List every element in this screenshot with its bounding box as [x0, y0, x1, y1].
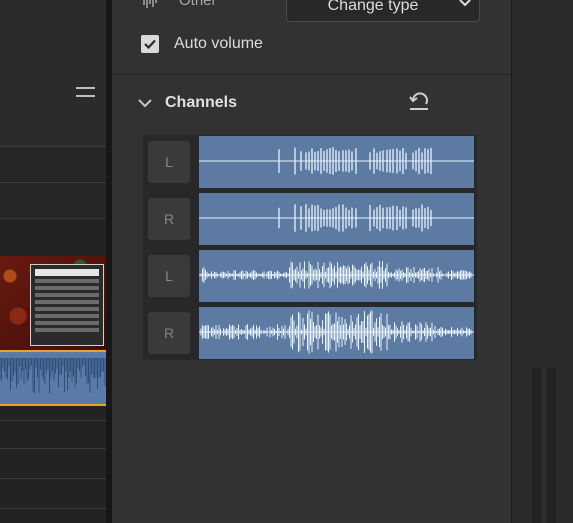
track-divider	[0, 478, 106, 479]
auto-volume-label: Auto volume	[174, 35, 263, 52]
waveform-graphic	[199, 204, 474, 232]
hamburger-menu-icon[interactable]	[76, 87, 95, 101]
channel-label: L	[165, 268, 173, 284]
audio-clip[interactable]	[0, 350, 106, 406]
auto-volume-checkbox[interactable]: Auto volume	[141, 35, 263, 53]
channels-title: Channels	[165, 94, 238, 111]
channel-toggle-button[interactable]: L	[148, 255, 190, 297]
type-label: Other	[179, 0, 217, 9]
channel-waveform[interactable]	[199, 250, 474, 302]
scrollbar-track[interactable]	[547, 368, 556, 523]
chevron-down-icon	[138, 98, 152, 107]
reset-undo-icon[interactable]	[407, 92, 431, 112]
checkbox-box[interactable]	[141, 35, 159, 53]
channel-waveform[interactable]	[199, 307, 474, 359]
channel-row: L	[143, 249, 477, 302]
video-clip[interactable]	[0, 256, 106, 349]
channel-toggle-button[interactable]: R	[148, 198, 190, 240]
checkmark-icon	[144, 39, 156, 49]
channel-waveform[interactable]	[199, 193, 474, 245]
channel-label: R	[163, 211, 175, 227]
scroll-gutter	[512, 0, 573, 523]
channel-label: R	[163, 325, 175, 341]
properties-panel: Other Change type Auto volume Channels L	[112, 0, 512, 523]
waveform-graphic	[199, 147, 474, 175]
track-divider	[0, 508, 106, 509]
waveform-graphic	[199, 310, 474, 354]
timeline-area	[0, 0, 106, 523]
section-divider	[112, 74, 511, 75]
channel-toggle-button[interactable]: L	[148, 141, 190, 183]
timeline-header	[0, 0, 106, 146]
channel-row: R	[143, 306, 477, 359]
channels-section-toggle[interactable]: Channels	[138, 94, 237, 112]
change-type-label: Change type	[327, 0, 419, 14]
channel-label: L	[165, 154, 173, 170]
channel-row: L	[143, 135, 477, 188]
audio-clip-waveform	[0, 358, 106, 394]
track-lane[interactable]	[0, 183, 106, 218]
chevron-down-icon	[459, 0, 471, 7]
track-lane[interactable]	[0, 147, 106, 181]
type-row: Other	[142, 0, 217, 9]
channels-list: L R L R	[143, 135, 477, 360]
scrollbar-track[interactable]	[532, 368, 541, 523]
channel-row: R	[143, 192, 477, 245]
track-divider	[0, 448, 106, 449]
change-type-dropdown[interactable]: Change type	[286, 0, 480, 22]
track-divider	[0, 218, 106, 219]
waveform-icon	[143, 0, 157, 8]
waveform-graphic	[199, 261, 474, 289]
clip-thumbnail-window	[30, 264, 104, 346]
channel-waveform[interactable]	[199, 136, 474, 188]
track-divider	[0, 420, 106, 421]
channel-toggle-button[interactable]: R	[148, 312, 190, 354]
